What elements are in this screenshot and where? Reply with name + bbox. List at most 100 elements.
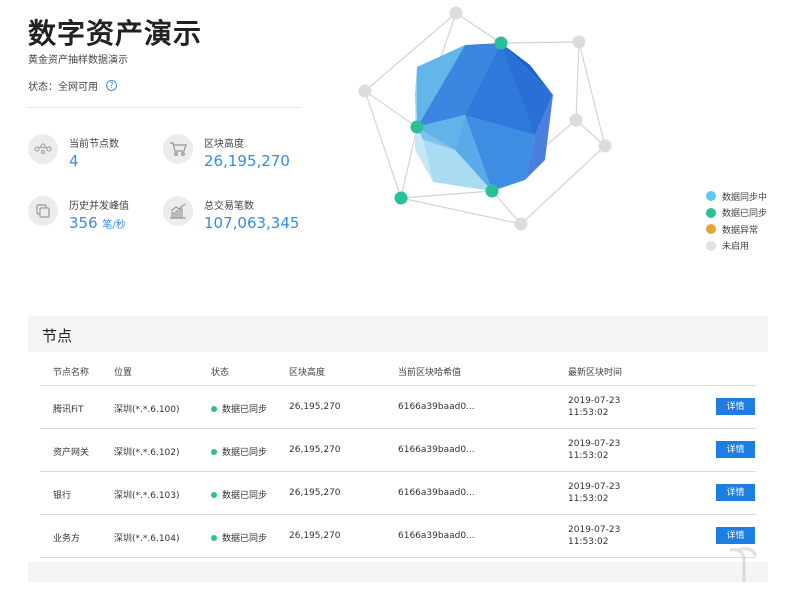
stat-label: 当前节点数: [69, 139, 119, 150]
stat-number: 356: [69, 214, 98, 232]
stat-label: 历史并发峰值: [69, 201, 129, 212]
legend-label: 数据异常: [722, 225, 759, 236]
column-header-height: 区块高度: [289, 368, 326, 378]
page-title: 数字资产演示: [28, 17, 203, 50]
status-text: 数据已同步: [222, 491, 268, 501]
node-synced: [410, 120, 424, 134]
node-time: 2019-07-23 11:53:02: [568, 524, 620, 548]
status-label: 状态：: [28, 82, 58, 93]
node-hash: 6166a39baad0...: [398, 488, 475, 498]
node-time: 2019-07-23 11:53:02: [568, 481, 620, 505]
detail-button[interactable]: 详情: [716, 484, 755, 501]
node-clock: 11:53:02: [568, 494, 609, 504]
network-icon: [28, 134, 58, 164]
node-status: 数据已同步: [211, 488, 267, 501]
node-location: 深圳(*.*.6.104): [114, 534, 180, 544]
node-location: 深圳(*.*.6.100): [114, 405, 180, 415]
node-time: 2019-07-23 11:53:02: [568, 395, 620, 419]
node-date: 2019-07-23: [568, 525, 621, 535]
detail-button[interactable]: 详情: [716, 398, 755, 415]
table-row: 资产网关 深圳(*.*.6.102) 数据已同步 26,195,270 6166…: [40, 429, 756, 472]
node-hash: 6166a39baad0...: [398, 531, 475, 541]
table-row: 腾讯FiT 深圳(*.*.6.100) 数据已同步 26,195,270 616…: [40, 386, 756, 429]
legend-dot: [706, 207, 716, 218]
stat-label: 区块高度: [204, 139, 244, 150]
stat-value: 26,195,270: [204, 152, 290, 170]
node-height: 26,195,270: [289, 531, 341, 541]
legend-label: 数据已同步: [722, 209, 768, 220]
column-header-hash: 当前区块哈希值: [398, 368, 462, 378]
node-clock: 11:53:02: [568, 537, 609, 547]
status-text: 数据已同步: [222, 405, 268, 415]
node-time: 2019-07-23 11:53:02: [568, 438, 620, 462]
table-footer: [28, 562, 768, 582]
legend-item: 数据异常: [706, 221, 767, 238]
stack-icon: [28, 196, 58, 226]
node-status: 数据已同步: [211, 402, 267, 415]
status-dot: [211, 449, 217, 455]
stat-unit: 笔/秒: [102, 220, 126, 231]
node-synced: [485, 184, 499, 198]
node-inactive: [572, 35, 586, 49]
column-header-status: 状态: [211, 368, 230, 378]
node-height: 26,195,270: [289, 445, 341, 455]
cart-icon: [163, 134, 193, 164]
node-date: 2019-07-23: [568, 396, 621, 406]
status-text: 数据已同步: [222, 534, 268, 544]
nodes-section-header: 节点: [28, 316, 768, 352]
stat-block-height: 区块高度 26,195,270: [163, 134, 290, 170]
node-status: 数据已同步: [211, 531, 267, 544]
stat-total-transactions: 总交易笔数 107,063,345: [163, 196, 299, 232]
page-subtitle: 黄金资产抽样数据演示: [28, 55, 128, 66]
stat-label: 总交易笔数: [204, 201, 254, 212]
status-legend: 数据同步中 数据已同步 数据异常 未启用: [706, 188, 767, 254]
node-date: 2019-07-23: [568, 439, 621, 449]
stat-value: 356 笔/秒: [69, 214, 129, 232]
node-synced: [394, 191, 408, 205]
status-text: 数据已同步: [222, 448, 268, 458]
node-inactive: [598, 139, 612, 153]
node-hash: 6166a39baad0...: [398, 402, 475, 412]
status-dot: [211, 535, 217, 541]
column-header-time: 最新区块时间: [568, 368, 623, 378]
node-location: 深圳(*.*.6.102): [114, 448, 180, 458]
section-title: 节点: [42, 327, 73, 345]
node-inactive: [449, 6, 463, 20]
stat-peak-concurrency: 历史并发峰值 356 笔/秒: [28, 196, 129, 232]
node-height: 26,195,270: [289, 402, 341, 412]
node-name: 腾讯FiT: [53, 405, 84, 415]
stat-value: 107,063,345: [204, 214, 300, 232]
node-inactive: [569, 113, 583, 127]
node-height: 26,195,270: [289, 488, 341, 498]
stat-node-count: 当前节点数 4: [28, 134, 119, 170]
stat-value: 4: [69, 152, 79, 170]
help-icon[interactable]: ?: [106, 80, 117, 91]
table-header: 节点名称 位置 状态 区块高度 当前区块哈希值 最新区块时间: [40, 360, 756, 386]
status-dot: [211, 406, 217, 412]
legend-dot: [706, 191, 716, 202]
node-name: 资产网关: [53, 448, 90, 458]
node-status: 数据已同步: [211, 445, 267, 458]
legend-label: 数据同步中: [722, 192, 768, 203]
node-location: 深圳(*.*.6.103): [114, 491, 180, 501]
network-status: 状态： 全网可用 ?: [28, 78, 117, 93]
header-divider: [28, 107, 300, 108]
table-row: 银行 深圳(*.*.6.103) 数据已同步 26,195,270 6166a3…: [40, 472, 756, 515]
polyhedron: [415, 43, 553, 191]
status-dot: [211, 492, 217, 498]
legend-dot: [706, 240, 716, 251]
legend-dot: [706, 224, 716, 235]
node-clock: 11:53:02: [568, 408, 609, 418]
table-row: 业务方 深圳(*.*.6.104) 数据已同步 26,195,270 6166a…: [40, 515, 756, 558]
watermark-logo-icon: [729, 547, 758, 582]
detail-button[interactable]: 详情: [716, 527, 755, 544]
node-inactive: [358, 84, 372, 98]
column-header-name: 节点名称: [53, 368, 90, 378]
node-hash: 6166a39baad0...: [398, 445, 475, 455]
trend-chart-icon: [163, 196, 193, 226]
detail-button[interactable]: 详情: [716, 441, 755, 458]
node-name: 业务方: [53, 534, 81, 544]
legend-label: 未启用: [722, 242, 750, 253]
node-inactive: [514, 217, 528, 231]
column-header-location: 位置: [114, 368, 133, 378]
